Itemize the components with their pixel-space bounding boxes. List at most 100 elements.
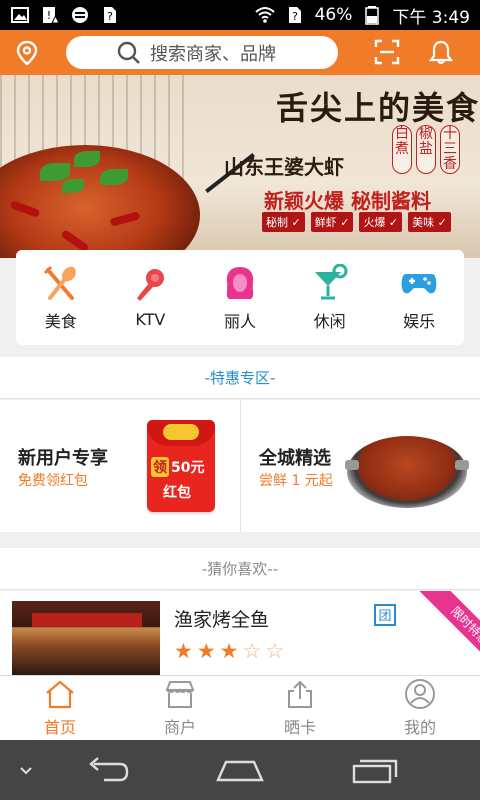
category-entertainment[interactable]: 娱乐 (379, 258, 459, 338)
tab-home[interactable]: 首页 (0, 676, 120, 740)
category-leisure[interactable]: 休闲 (290, 258, 370, 338)
status-bar: ! ? ? 46% 下午 3:49 (0, 0, 480, 30)
tab-label: 首页 (43, 718, 76, 737)
banner-tags: 秘制 ✓ 鲜虾 ✓ 火爆 ✓ 美味 ✓ (262, 212, 451, 232)
red-packet-amount: 领 50元 (151, 457, 204, 477)
notification-button[interactable] (424, 35, 458, 69)
rating-stars: ★ ★ ★ ☆ ☆ (174, 641, 284, 662)
limited-offer-ribbon: 限时特惠 (400, 591, 480, 665)
red-packet-value: 50元 (171, 460, 205, 476)
banner-tag: 美味 ✓ (408, 212, 451, 232)
home-nav-icon (216, 760, 264, 782)
header-actions (370, 35, 458, 69)
star-empty-icon: ☆ (265, 639, 285, 663)
user-icon (405, 679, 435, 709)
image-icon (10, 5, 30, 25)
svg-text:!: ! (47, 9, 51, 22)
category-label: 休闲 (313, 311, 346, 331)
svg-text:?: ? (292, 10, 298, 23)
recents-icon (352, 759, 398, 784)
store-icon (165, 681, 195, 708)
guess-section-title: -猜你喜欢-- (0, 548, 480, 590)
promo-title: 全城精选 (259, 448, 331, 469)
special-section-title: -特惠专区- (0, 357, 480, 399)
home-nav-button[interactable] (214, 754, 266, 786)
group-buy-badge-text: 团 (378, 609, 391, 624)
svg-text:?: ? (107, 10, 113, 23)
crab-dish-image (345, 436, 469, 508)
alert-icon: ! (40, 5, 60, 25)
microphone-icon (137, 269, 165, 301)
category-panel: 美食 KTV 丽人 休闲 娱乐 (16, 250, 464, 345)
red-packet-claim: 领 (151, 457, 169, 477)
seal: 十三香 (440, 125, 460, 174)
promo-row: 新用户专享 免费领红包 领 50元 红包 全城精选 尝鲜 1 元起 (0, 400, 480, 532)
tab-share[interactable]: 晒卡 (240, 676, 360, 740)
share-icon (288, 680, 312, 708)
category-ktv[interactable]: KTV (110, 258, 190, 338)
app-screen: ! ? ? 46% 下午 3:49 搜索商家、品牌 舌尖上的美食 白煮 椒盐 十… (0, 0, 480, 800)
search-placeholder: 搜索商家、品牌 (150, 43, 276, 65)
hide-nav-button[interactable] (14, 754, 38, 786)
star-filled-icon: ★ (219, 639, 239, 663)
category-label: 美食 (44, 311, 77, 331)
tab-profile[interactable]: 我的 (360, 676, 480, 740)
star-filled-icon: ★ (174, 639, 193, 663)
tab-label: 我的 (403, 718, 436, 737)
seal: 椒盐 (416, 125, 436, 174)
unknown-sim-icon: ? (100, 5, 120, 25)
battery-percent: 46% (314, 5, 353, 25)
promo-banner[interactable]: 舌尖上的美食 白煮 椒盐 十三香 山东王婆大虾 新颖火爆 秘制酱料 秘制 ✓ 鲜… (0, 75, 480, 258)
group-buy-badge: 团 (374, 604, 396, 630)
scan-button[interactable] (370, 35, 404, 69)
category-label: 丽人 (223, 311, 256, 331)
star-filled-icon: ★ (196, 639, 216, 663)
location-button[interactable] (10, 36, 44, 70)
battery-icon (362, 5, 382, 25)
red-packet-label: 红包 (163, 485, 191, 501)
promo-subtitle: 免费领红包 (18, 473, 88, 489)
clock: 下午 3:49 (392, 7, 470, 28)
woman-head-icon (226, 266, 254, 299)
wifi-icon (254, 5, 275, 25)
home-icon (46, 680, 74, 709)
new-user-promo[interactable]: 新用户专享 免费领红包 领 50元 红包 (0, 400, 240, 532)
banner-tag: 火爆 ✓ (359, 212, 403, 232)
category-label: KTV (135, 310, 166, 329)
star-empty-icon: ☆ (242, 639, 262, 663)
tab-merchants[interactable]: 商户 (120, 676, 240, 740)
unknown-sim-icon: ? (285, 5, 305, 25)
status-right: ? 46% 下午 3:49 (254, 3, 470, 28)
bell-icon (428, 40, 454, 65)
category-food[interactable]: 美食 (21, 258, 101, 338)
sync-icon (70, 5, 90, 25)
category-label: 娱乐 (403, 311, 436, 331)
banner-title: 舌尖上的美食 (276, 89, 480, 127)
category-beauty[interactable]: 丽人 (200, 258, 280, 338)
cocktail-icon (314, 263, 348, 299)
back-button[interactable] (84, 754, 130, 786)
banner-slogan: 新颖火爆 秘制酱料 (264, 189, 431, 213)
banner-tag: 秘制 ✓ (262, 212, 305, 232)
promo-title: 新用户专享 (18, 448, 108, 469)
fork-spoon-icon (43, 265, 76, 300)
scan-icon (374, 39, 400, 65)
search-input[interactable]: 搜索商家、品牌 (66, 36, 338, 69)
back-icon (89, 757, 129, 782)
search-icon (117, 41, 140, 64)
city-picks-promo[interactable]: 全城精选 尝鲜 1 元起 (240, 400, 480, 532)
gamepad-icon (401, 273, 437, 293)
bottom-tab-bar: 首页 商户 晒卡 我的 (0, 675, 480, 740)
chevron-down-icon (20, 767, 32, 775)
location-icon (16, 40, 38, 66)
system-nav-bar (0, 740, 480, 800)
recents-button[interactable] (350, 754, 400, 786)
tab-label: 晒卡 (283, 718, 316, 737)
red-packet-image: 领 50元 红包 (147, 420, 215, 512)
app-header: 搜索商家、品牌 (0, 30, 480, 75)
banner-seals: 白煮 椒盐 十三香 (392, 125, 460, 174)
seal: 白煮 (392, 125, 412, 174)
banner-subtitle: 山东王婆大虾 (224, 155, 344, 179)
restaurant-thumbnail (12, 601, 160, 675)
promo-subtitle: 尝鲜 1 元起 (259, 473, 333, 489)
